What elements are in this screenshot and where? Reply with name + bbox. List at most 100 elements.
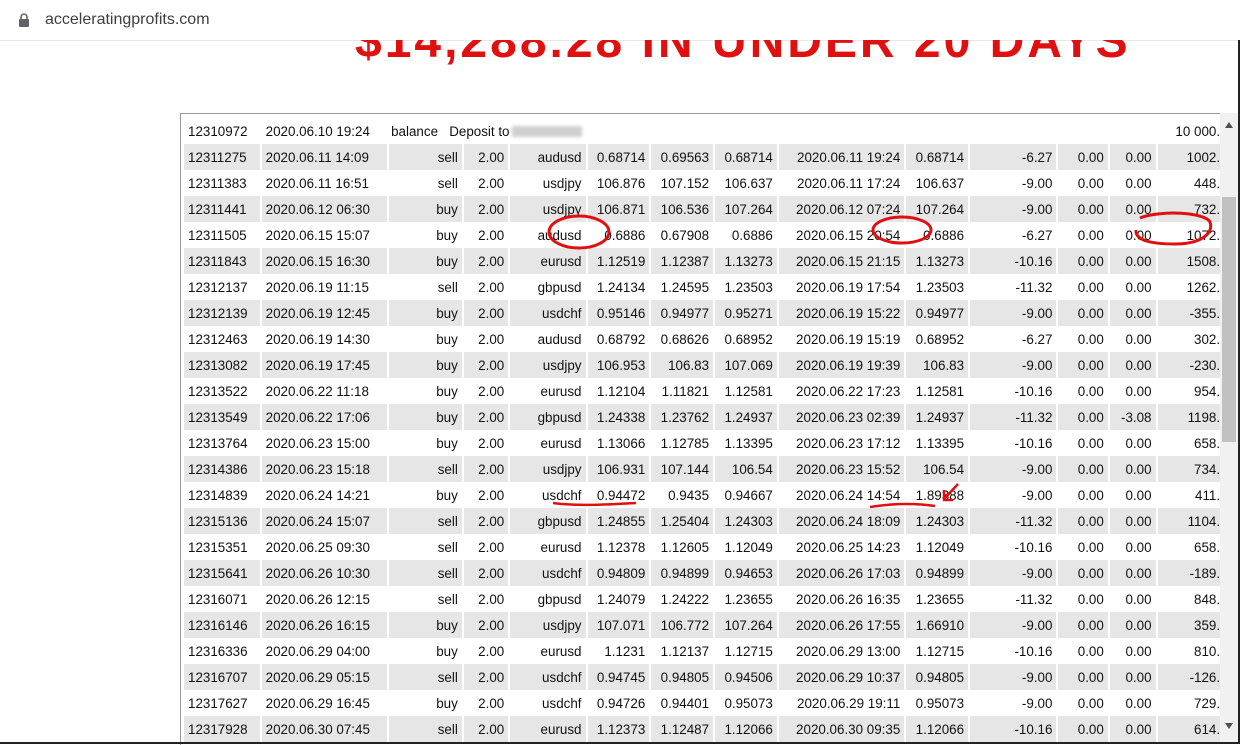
cell-open-time: 2020.06.12 06:30 <box>261 196 390 222</box>
page-headline: $14,288.28 IN UNDER 20 DAYS <box>355 40 1131 68</box>
cell-commission: -11.32 <box>970 586 1059 612</box>
cell-close-price: 106.54 <box>906 456 971 482</box>
cell-commission: -6.27 <box>970 222 1059 248</box>
cell-taxes: 0.00 <box>1058 612 1110 638</box>
cell-type: buy <box>389 638 464 664</box>
cell-ticket: 12315641 <box>184 560 262 586</box>
cell-symbol: eurusd <box>510 534 588 560</box>
cell-size: 2.00 <box>463 456 511 482</box>
cell-taxes: 0.00 <box>1058 560 1110 586</box>
cell-close-time: 2020.06.30 09:35 <box>778 716 907 742</box>
cell-swap: 0.00 <box>1110 378 1158 404</box>
cell-open-price: 1.24855 <box>587 508 652 534</box>
vertical-scrollbar[interactable] <box>1220 113 1238 742</box>
table-row: 12311275 2020.06.11 14:09 sell 2.00 audusd 0.… <box>184 144 1240 170</box>
cell-commission: -10.16 <box>970 430 1059 456</box>
cell-symbol: usdjpy <box>510 456 588 482</box>
cell-ticket: 12310972 <box>184 118 262 144</box>
chevron-down-icon[interactable] <box>1225 723 1233 729</box>
cell-open-price: 1.1231 <box>588 638 652 664</box>
cell-symbol: eurusd <box>510 430 588 456</box>
cell-taxes: 0.00 <box>1058 690 1110 716</box>
cell-ticket: 12314386 <box>184 456 262 482</box>
cell-taxes: 0.00 <box>1058 482 1110 508</box>
cell-swap: 0.00 <box>1110 430 1158 456</box>
cell-ticket: 12316336 <box>184 638 262 664</box>
cell-size: 2.00 <box>463 352 511 378</box>
cell-swap: 0.00 <box>1110 170 1158 196</box>
cell-symbol: eurusd <box>510 638 588 664</box>
cell-stop-loss: 1.23762 <box>651 404 716 430</box>
cell-stop-loss: 1.12785 <box>651 430 716 456</box>
balance-row: 12310972 2020.06.10 19:24 balance Deposi… <box>184 118 1240 144</box>
cell-taxes: 0.00 <box>1058 716 1110 742</box>
cell-commission: -9.00 <box>970 196 1059 222</box>
scrollbar-thumb[interactable] <box>1222 197 1236 442</box>
cell-swap: 0.00 <box>1109 144 1158 170</box>
cell-close-time: 2020.06.26 17:03 <box>778 560 907 586</box>
cell-open-price: 0.95146 <box>587 300 652 326</box>
cell-close-price: 107.264 <box>906 196 971 222</box>
cell-symbol: eurusd <box>510 716 588 742</box>
cell-size: 2.00 <box>464 326 511 352</box>
table-row: 12312139 2020.06.19 12:45 buy 2.00 usdchf 0.9… <box>184 300 1240 326</box>
cell-swap: 0.00 <box>1109 664 1158 690</box>
cell-type: sell <box>389 274 464 300</box>
url-text[interactable]: acceleratingprofits.com <box>45 11 210 29</box>
cell-taxes: 0.00 <box>1058 144 1110 170</box>
cell-taxes: 0.00 <box>1058 352 1110 378</box>
cell-open-time: 2020.06.19 12:45 <box>261 300 390 326</box>
cell-close-price: 106.83 <box>906 352 971 378</box>
cell-stop-loss: 1.12137 <box>651 638 716 664</box>
cell-commission: -9.00 <box>970 300 1059 326</box>
cell-taxes: 0.00 <box>1058 534 1110 560</box>
cell-size: 2.00 <box>464 690 511 716</box>
cell-ticket: 12313522 <box>184 378 262 404</box>
cell-open-time: 2020.06.29 05:15 <box>261 664 390 690</box>
table-row: 12312137 2020.06.19 11:15 sell 2.00 gbpusd 1.… <box>184 274 1240 300</box>
cell-swap: 0.00 <box>1110 534 1158 560</box>
table-row: 12316707 2020.06.29 05:15 sell 2.00 usdchf 0.… <box>184 664 1240 690</box>
cell-close-price: 1.12715 <box>906 638 971 664</box>
cell-stop-loss: 0.94805 <box>651 664 716 690</box>
cell-open-price: 1.12519 <box>587 248 652 274</box>
cell-type: buy <box>389 196 464 222</box>
cell-stop-loss: 1.12387 <box>651 248 716 274</box>
cell-open-price: 0.68792 <box>588 326 652 352</box>
cell-symbol: eurusd <box>510 378 588 404</box>
table-row: 12311383 2020.06.11 16:51 sell 2.00 usdjpy 10… <box>184 170 1240 196</box>
table-row: 12316071 2020.06.26 12:15 sell 2.00 gbpusd 1.… <box>184 586 1240 612</box>
cell-close-time: 2020.06.11 17:24 <box>779 170 907 196</box>
balance-comment: Deposit to <box>449 123 510 139</box>
cell-close-time: 2020.06.26 16:35 <box>779 586 907 612</box>
cell-symbol: usdchf <box>510 300 588 326</box>
cell-swap: 0.00 <box>1110 690 1158 716</box>
cell-swap: 0.00 <box>1109 560 1158 586</box>
cell-open-time: 2020.06.30 07:45 <box>261 716 390 742</box>
cell-symbol: usdchf <box>510 690 588 716</box>
cell-open-price: 106.931 <box>587 456 652 482</box>
chevron-up-icon[interactable] <box>1225 122 1233 128</box>
cell-open-price: 106.876 <box>588 170 652 196</box>
cell-type: buy <box>389 482 464 508</box>
cell-taxes: 0.00 <box>1058 664 1110 690</box>
cell-stop-loss: 0.94977 <box>651 300 716 326</box>
cell-size: 2.00 <box>464 534 511 560</box>
address-bar[interactable]: acceleratingprofits.com <box>0 0 1240 41</box>
cell-open-price: 1.24338 <box>587 404 652 430</box>
cell-type: buy <box>389 222 464 248</box>
cell-close-time: 2020.06.15 20:54 <box>779 222 907 248</box>
cell-stop-loss: 1.24222 <box>651 586 716 612</box>
cell-type: buy <box>389 248 464 274</box>
cell-type: sell <box>389 560 464 586</box>
cell-take-profit: 1.12581 <box>715 378 779 404</box>
cell-close-time: 2020.06.19 15:19 <box>779 326 907 352</box>
cell-open-time: 2020.06.29 16:45 <box>262 690 390 716</box>
cell-stop-loss: 1.24595 <box>651 274 716 300</box>
cell-size: 2.00 <box>464 430 511 456</box>
cell-close-time: 2020.06.23 17:12 <box>779 430 907 456</box>
cell-type: buy <box>389 326 464 352</box>
cell-size: 2.00 <box>463 404 511 430</box>
cell-type: buy <box>389 430 464 456</box>
cell-size: 2.00 <box>463 144 511 170</box>
